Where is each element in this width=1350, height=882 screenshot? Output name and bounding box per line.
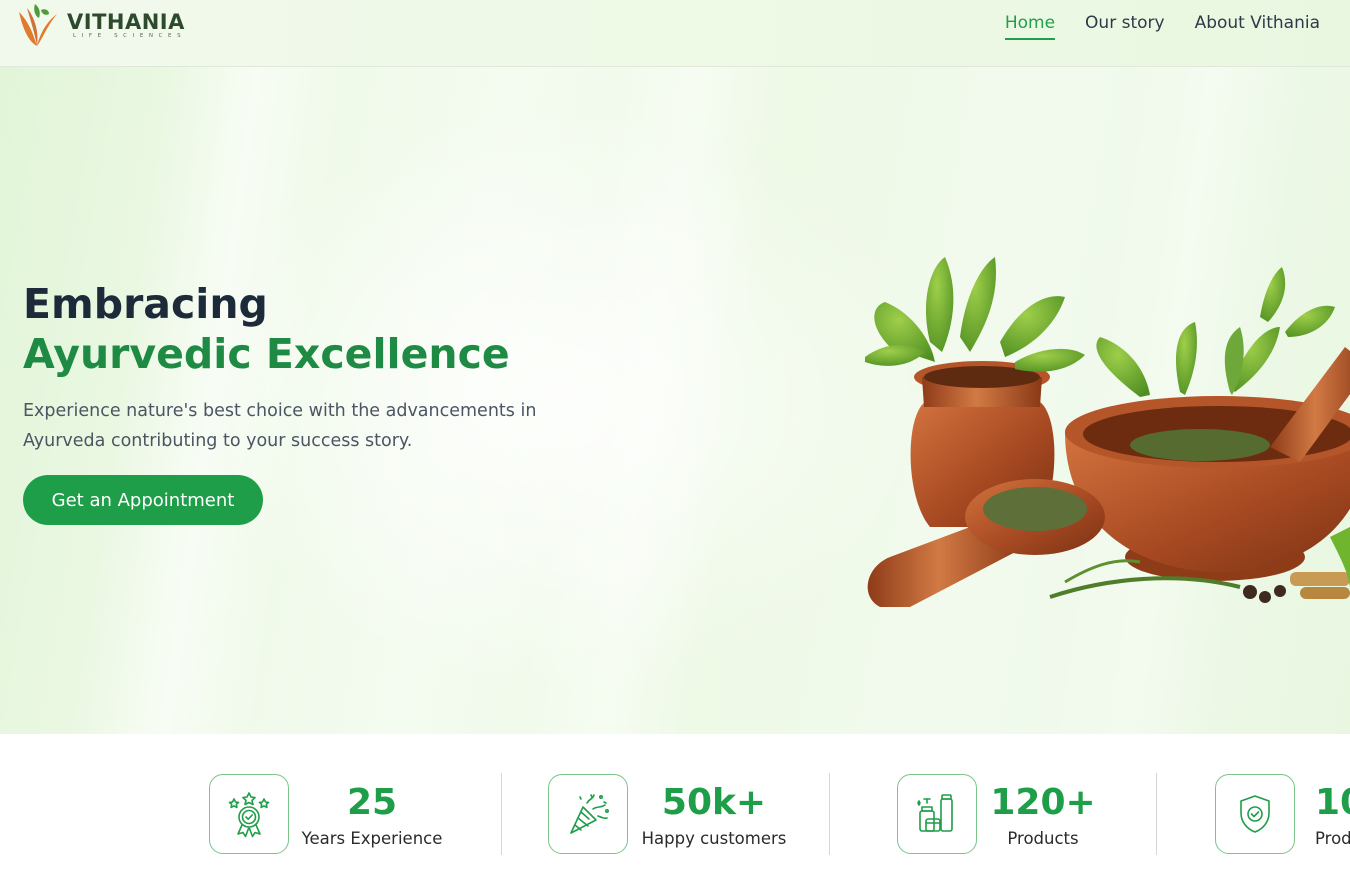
nav-link-about[interactable]: About Vithania [1195,13,1320,40]
mortar-pestle-herbs-image [865,257,1350,607]
stat-label: Years Experience [301,829,443,848]
stat-divider [829,773,830,855]
brand-text: VITHANIA LIFE SCIENCES [67,11,186,39]
main-nav: Home Our story About Vithania [1004,13,1320,40]
stat-label: Prod [1315,829,1350,848]
leaf-logo-icon [19,4,57,46]
stat-divider [1156,773,1157,855]
brand-name: VITHANIA [67,10,185,34]
stat-value: 10 [1315,782,1350,823]
stats-section: 25 Years Experience 50k+ Happy customers… [0,734,1350,882]
brand-logo[interactable]: VITHANIA LIFE SCIENCES [13,2,186,48]
award-badge-icon [209,774,289,854]
get-appointment-button[interactable]: Get an Appointment [23,475,263,525]
hero-heading-line1: Embracing [23,280,268,328]
stat-divider [501,773,502,855]
nav-link-home[interactable]: Home [1004,13,1056,40]
stat-label: Products [1007,829,1079,848]
hero-section: Embracing Ayurvedic Excellence Experienc… [0,67,1350,734]
stat-label: Happy customers [641,829,787,848]
hero-description: Experience nature's best choice with the… [23,401,537,451]
stat-value: 120+ [990,782,1096,823]
page: VITHANIA LIFE SCIENCES Home Our story Ab… [0,0,1350,882]
nav-link-our-story[interactable]: Our story [1085,13,1165,40]
party-popper-icon [548,774,628,854]
brand-tagline: LIFE SCIENCES [73,33,187,39]
stat-value: 50k+ [661,782,767,823]
hero-heading-line2: Ayurvedic Excellence [23,330,510,378]
site-header: VITHANIA LIFE SCIENCES Home Our story Ab… [0,0,1350,67]
hero-heading: Embracing Ayurvedic Excellence [23,279,510,379]
stat-value: 25 [346,782,398,823]
